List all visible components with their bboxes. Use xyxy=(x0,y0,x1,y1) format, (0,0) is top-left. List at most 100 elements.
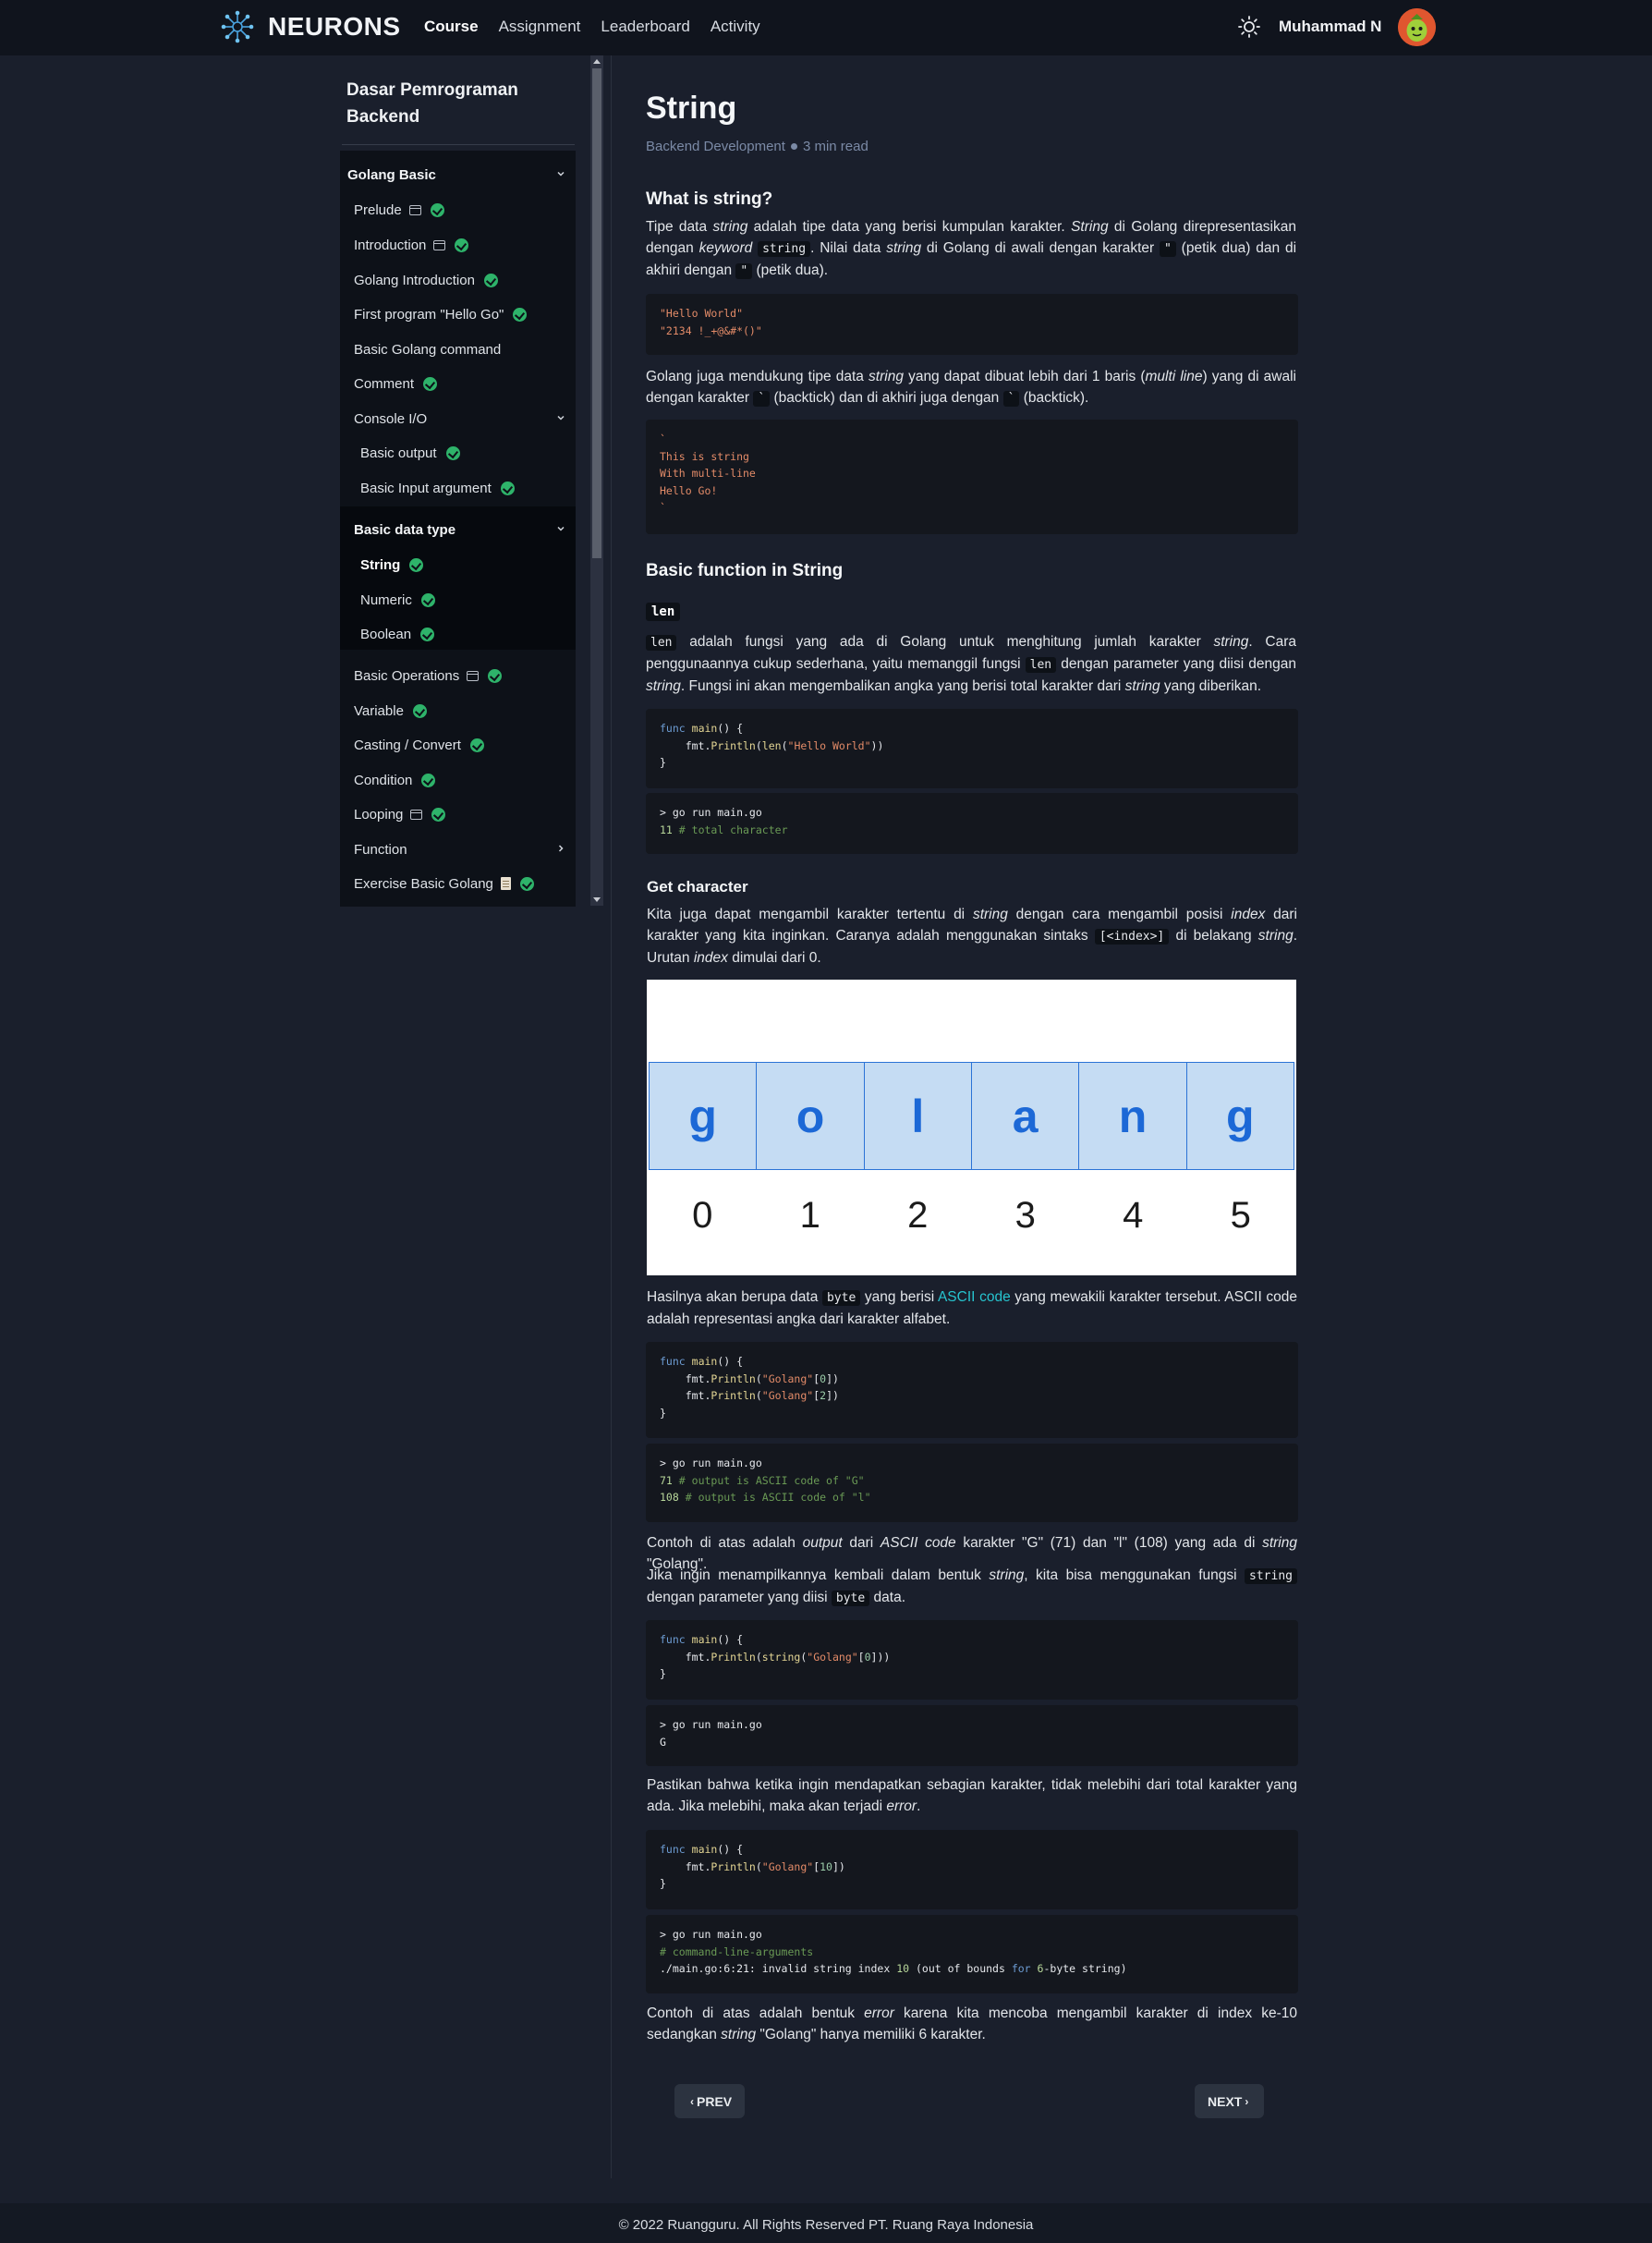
chevron-down-icon xyxy=(557,171,565,177)
sidebar-scrollbar[interactable] xyxy=(590,55,603,906)
code-block-string-examples: "Hello World" "2134 !_+@&#*()" xyxy=(646,294,1298,355)
sidebar-item-numeric[interactable]: Numeric xyxy=(340,585,576,615)
scroll-up-arrow-icon[interactable] xyxy=(593,59,601,64)
sidebar-item-basic-output[interactable]: Basic output xyxy=(340,438,576,468)
sidebar-item-condition[interactable]: Condition xyxy=(340,765,576,795)
completed-check-icon xyxy=(445,445,460,460)
string-index-figure: g o l a n g 0 1 2 3 4 5 xyxy=(647,980,1296,1275)
section-console-io[interactable]: Console I/O xyxy=(340,404,576,433)
sidebar-item-label: Function xyxy=(354,841,407,858)
completed-check-icon xyxy=(420,627,435,641)
completed-check-icon xyxy=(483,273,498,287)
paragraph-ascii-result: Hasilnya akan berupa data byte yang beri… xyxy=(647,1289,1298,1327)
main-nav: Course Assignment Leaderboard Activity xyxy=(424,18,760,36)
course-sidebar: Dasar Pemrograman Backend Golang Basic P… xyxy=(340,55,605,907)
letter-box: n xyxy=(1078,1063,1186,1169)
sidebar-item-basic-operations[interactable]: Basic Operations xyxy=(340,661,576,690)
paragraph-string-definition: Tipe data string adalah tipe data yang b… xyxy=(646,219,1297,279)
completed-check-icon xyxy=(500,481,515,495)
sidebar-item-casting-convert[interactable]: Casting / Convert xyxy=(340,730,576,760)
code-block-out-of-bounds: func main() { fmt.Println("Golang"[10]) … xyxy=(646,1830,1298,1909)
code-block-string-conversion: func main() { fmt.Println(string("Golang… xyxy=(646,1620,1298,1700)
code-block-len-example: func main() { fmt.Println(len("Hello Wor… xyxy=(646,709,1298,788)
sidebar-item-first-program[interactable]: First program "Hello Go" xyxy=(340,299,576,329)
terminal-index-output: > go run main.go 71 # output is ASCII co… xyxy=(646,1444,1298,1522)
sidebar-item-basic-golang-command[interactable]: Basic Golang command xyxy=(340,335,576,364)
index-labels: 0 1 2 3 4 5 xyxy=(649,1195,1294,1237)
nav-assignment[interactable]: Assignment xyxy=(499,18,581,36)
heading-what-is-string: What is string? xyxy=(646,189,773,209)
sidebar-item-prelude[interactable]: Prelude xyxy=(340,195,576,225)
sidebar-item-exercise-basic-golang[interactable]: Exercise Basic Golang xyxy=(340,869,576,898)
chevron-left-icon: ‹ xyxy=(690,2094,694,2108)
neurons-logo-icon[interactable] xyxy=(220,9,255,44)
scrollbar-thumb[interactable] xyxy=(592,68,601,558)
section-golang-basic[interactable]: Golang Basic xyxy=(340,160,576,189)
sidebar-item-introduction[interactable]: Introduction xyxy=(340,230,576,260)
sidebar-item-looping[interactable]: Looping xyxy=(340,799,576,829)
sidebar-item-golang-introduction[interactable]: Golang Introduction xyxy=(340,265,576,295)
chevron-right-icon: › xyxy=(1245,2094,1249,2108)
completed-check-icon xyxy=(469,738,484,752)
completed-check-icon xyxy=(423,376,438,391)
letter-box: g xyxy=(1185,1063,1294,1169)
section-function[interactable]: Function xyxy=(340,835,576,864)
completed-check-icon xyxy=(412,703,427,718)
sidebar-item-comment[interactable]: Comment xyxy=(340,369,576,398)
chevron-down-icon xyxy=(557,526,565,531)
user-name[interactable]: Muhammad N xyxy=(1279,18,1381,36)
video-icon xyxy=(410,809,423,820)
completed-check-icon xyxy=(519,876,534,891)
terminal-error-output: > go run main.go # command-line-argument… xyxy=(646,1915,1298,1993)
sidebar-item-label: Basic Golang command xyxy=(354,341,502,358)
index-label: 2 xyxy=(907,1195,929,1236)
nav-course[interactable]: Course xyxy=(424,18,479,36)
section-basic-data-type[interactable]: Basic data type xyxy=(340,515,576,544)
sidebar-item-label: Exercise Basic Golang xyxy=(354,875,493,892)
paragraph-out-of-bounds-warning: Pastikan bahwa ketika ingin mendapatkan … xyxy=(647,1777,1297,1814)
prev-label: PREV xyxy=(697,2093,733,2109)
completed-check-icon xyxy=(409,557,424,572)
sidebar-item-label: Numeric xyxy=(360,591,412,608)
course-title: Dasar Pemrograman Backend xyxy=(346,80,518,127)
sun-theme-toggle-icon[interactable] xyxy=(1237,15,1261,39)
nav-activity[interactable]: Activity xyxy=(711,18,760,36)
sidebar-item-boolean[interactable]: Boolean xyxy=(340,619,576,649)
sidebar-item-basic-input-argument[interactable]: Basic Input argument xyxy=(340,473,576,503)
index-label: 0 xyxy=(692,1195,713,1236)
next-button[interactable]: NEXT › xyxy=(1195,2084,1265,2118)
top-navbar: NEURONS Course Assignment Leaderboard Ac… xyxy=(0,0,1652,55)
scroll-down-arrow-icon[interactable] xyxy=(593,897,601,902)
sidebar-item-variable[interactable]: Variable xyxy=(340,696,576,725)
ascii-code-link[interactable]: ASCII code xyxy=(938,1289,1011,1305)
sidebar-item-label: Introduction xyxy=(354,237,427,253)
sidebar-item-label: Basic Operations xyxy=(354,667,460,684)
sidebar-item-label: Basic data type xyxy=(354,521,456,538)
heading-get-character: Get character xyxy=(647,878,748,896)
video-icon xyxy=(467,670,480,681)
article-meta: Backend Development 3 min read xyxy=(646,139,869,154)
terminal-len-output: > go run main.go 11 # total character xyxy=(646,793,1298,854)
chevron-down-icon xyxy=(557,415,565,421)
sidebar-item-label: Console I/O xyxy=(354,410,428,427)
sidebar-item-label: Casting / Convert xyxy=(354,737,461,753)
video-icon xyxy=(433,239,446,250)
completed-check-icon xyxy=(430,202,444,217)
sidebar-item-string[interactable]: String xyxy=(340,550,576,579)
sidebar-item-label: First program "Hello Go" xyxy=(354,306,504,323)
nav-leaderboard[interactable]: Leaderboard xyxy=(601,18,689,36)
sidebar-item-label: Condition xyxy=(354,772,413,788)
sidebar-item-label: Prelude xyxy=(354,201,402,218)
user-avatar[interactable] xyxy=(1398,8,1436,46)
sidebar-item-label: Comment xyxy=(354,375,415,392)
meta-separator-dot xyxy=(790,143,797,150)
paragraph-len-function: len adalah fungsi yang ada di Golang unt… xyxy=(646,634,1296,694)
index-label: 3 xyxy=(1014,1195,1036,1236)
content-separator xyxy=(611,55,612,2178)
chevron-right-icon xyxy=(558,845,564,852)
brand-name[interactable]: NEURONS xyxy=(268,12,401,42)
prev-button[interactable]: ‹ PREV xyxy=(674,2084,746,2118)
heading-len: len xyxy=(646,603,681,621)
section-label: Golang Basic xyxy=(347,166,436,183)
sidebar-item-label: Boolean xyxy=(360,626,412,642)
